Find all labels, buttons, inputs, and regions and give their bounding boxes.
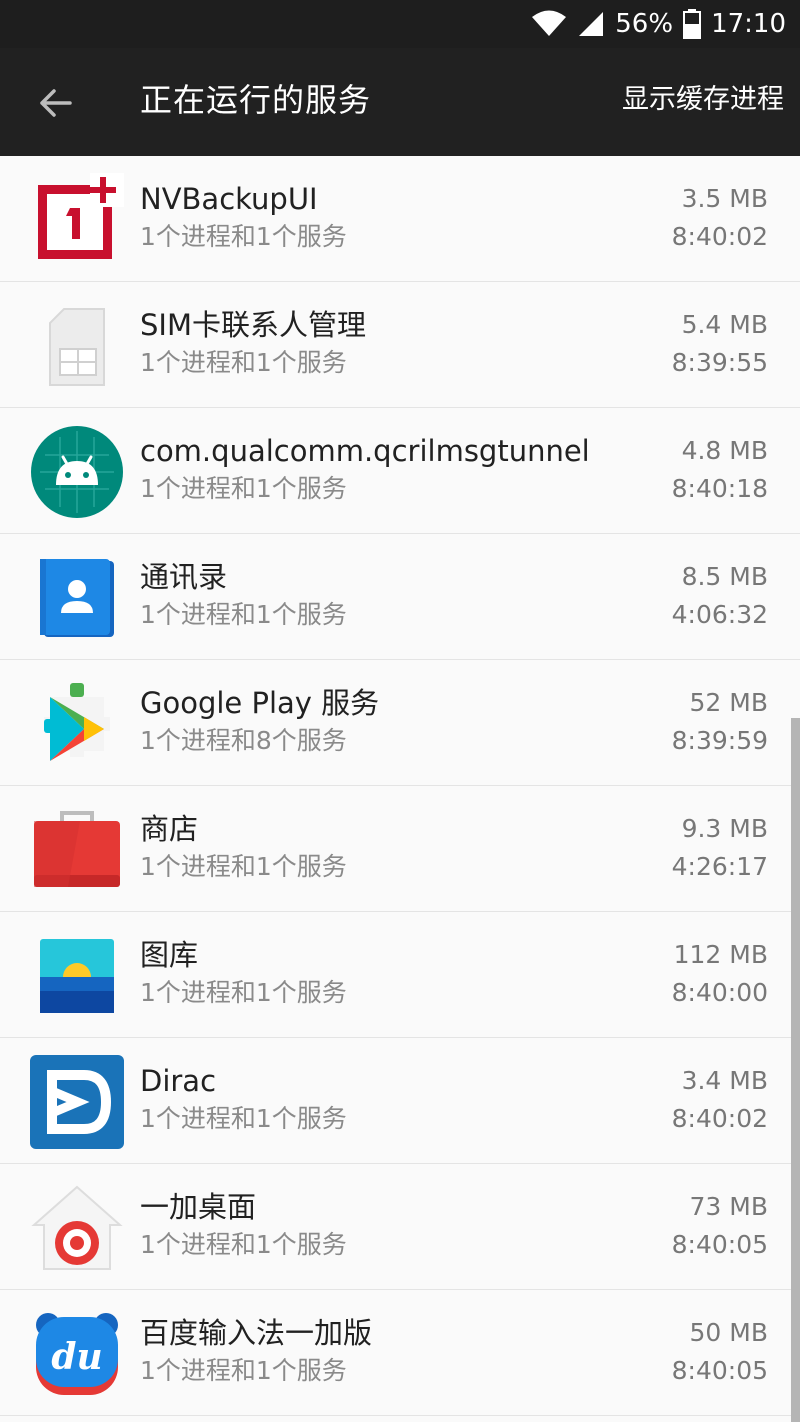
service-size: 50 MB [689, 1318, 768, 1347]
service-desc: 1个进程和1个服务 [140, 600, 347, 629]
service-row-gallery[interactable]: 图库 1个进程和1个服务 112 MB 8:40:00 [0, 912, 800, 1038]
service-row-google-play-services[interactable]: Google Play 服务 1个进程和8个服务 52 MB 8:39:59 [0, 660, 800, 786]
show-cached-processes-button[interactable]: 显示缓存进程 [622, 78, 784, 122]
google-play-services-icon [30, 677, 124, 771]
service-desc: 1个进程和1个服务 [140, 978, 347, 1007]
service-name: 一加桌面 [140, 1190, 257, 1224]
service-name: 商店 [140, 812, 199, 846]
service-row-sim-contacts[interactable]: SIM卡联系人管理 1个进程和1个服务 5.4 MB 8:39:55 [0, 282, 800, 408]
wifi-icon [531, 10, 567, 38]
oneplus-icon [30, 173, 124, 267]
service-row-store[interactable]: 商店 1个进程和1个服务 9.3 MB 4:26:17 [0, 786, 800, 912]
scrollbar[interactable] [791, 718, 800, 1422]
service-name: 通讯录 [140, 560, 228, 594]
baidu-input-icon: du [30, 1307, 124, 1401]
service-desc: 1个进程和1个服务 [140, 348, 347, 377]
service-time: 4:26:17 [671, 852, 768, 881]
service-name: 图库 [140, 938, 199, 972]
service-row-qcrilmsgtunnel[interactable]: com.qualcomm.qcrilmsgtunnel 1个进程和1个服务 4.… [0, 408, 800, 534]
service-time: 8:40:05 [671, 1230, 768, 1259]
service-time: 8:40:05 [671, 1356, 768, 1385]
service-name: SIM卡联系人管理 [140, 308, 366, 342]
service-size: 112 MB [673, 940, 768, 969]
signal-icon [577, 10, 605, 38]
service-size: 3.4 MB [681, 1066, 768, 1095]
service-size: 5.4 MB [681, 310, 768, 339]
service-row-baidu-input[interactable]: du 百度输入法一加版 1个进程和1个服务 50 MB 8:40:05 [0, 1290, 800, 1416]
sim-card-icon [30, 299, 124, 393]
service-time: 8:40:02 [671, 1104, 768, 1133]
service-name: Google Play 服务 [140, 686, 380, 720]
service-time: 8:40:18 [671, 474, 768, 503]
service-row-launcher[interactable]: 一加桌面 1个进程和1个服务 73 MB 8:40:05 [0, 1164, 800, 1290]
battery-percent: 56% [615, 9, 674, 39]
service-desc: 1个进程和1个服务 [140, 1230, 347, 1259]
store-bag-icon [30, 803, 124, 897]
service-desc: 1个进程和1个服务 [140, 474, 347, 503]
status-icons: 56% 17:10 [531, 0, 786, 48]
service-row-dirac[interactable]: Dirac 1个进程和1个服务 3.4 MB 8:40:02 [0, 1038, 800, 1164]
service-time: 4:06:32 [671, 600, 768, 629]
service-desc: 1个进程和1个服务 [140, 1356, 347, 1385]
service-size: 52 MB [689, 688, 768, 717]
service-time: 8:40:00 [671, 978, 768, 1007]
status-bar: 56% 17:10 [0, 0, 800, 48]
gallery-icon [30, 929, 124, 1023]
service-time: 8:39:59 [671, 726, 768, 755]
service-size: 3.5 MB [681, 184, 768, 213]
android-icon [30, 425, 124, 519]
app-bar: 正在运行的服务 显示缓存进程 [0, 48, 800, 156]
page-title: 正在运行的服务 [140, 81, 372, 119]
service-name: 百度输入法一加版 [140, 1316, 373, 1350]
service-size: 9.3 MB [681, 814, 768, 843]
battery-icon [683, 9, 702, 39]
service-row-contacts[interactable]: 通讯录 1个进程和1个服务 8.5 MB 4:06:32 [0, 534, 800, 660]
service-desc: 1个进程和1个服务 [140, 222, 347, 251]
service-size: 4.8 MB [681, 436, 768, 465]
service-time: 8:40:02 [671, 222, 768, 251]
arrow-left-icon [40, 89, 72, 117]
service-name: NVBackupUI [140, 182, 318, 216]
service-list: NVBackupUI 1个进程和1个服务 3.5 MB 8:40:02 SIM卡… [0, 156, 800, 1416]
service-name: com.qualcomm.qcrilmsgtunnel [140, 434, 590, 468]
svg-text:du: du [51, 1336, 102, 1378]
service-desc: 1个进程和1个服务 [140, 852, 347, 881]
clock: 17:10 [711, 9, 786, 39]
back-button[interactable] [30, 78, 80, 128]
service-time: 8:39:55 [671, 348, 768, 377]
service-desc: 1个进程和1个服务 [140, 1104, 347, 1133]
service-name: Dirac [140, 1064, 217, 1098]
service-size: 8.5 MB [681, 562, 768, 591]
contacts-icon [30, 551, 124, 645]
dirac-icon [30, 1055, 124, 1149]
service-size: 73 MB [689, 1192, 768, 1221]
service-row-nvbackupui[interactable]: NVBackupUI 1个进程和1个服务 3.5 MB 8:40:02 [0, 156, 800, 282]
launcher-home-icon [30, 1181, 124, 1275]
service-desc: 1个进程和8个服务 [140, 726, 347, 755]
